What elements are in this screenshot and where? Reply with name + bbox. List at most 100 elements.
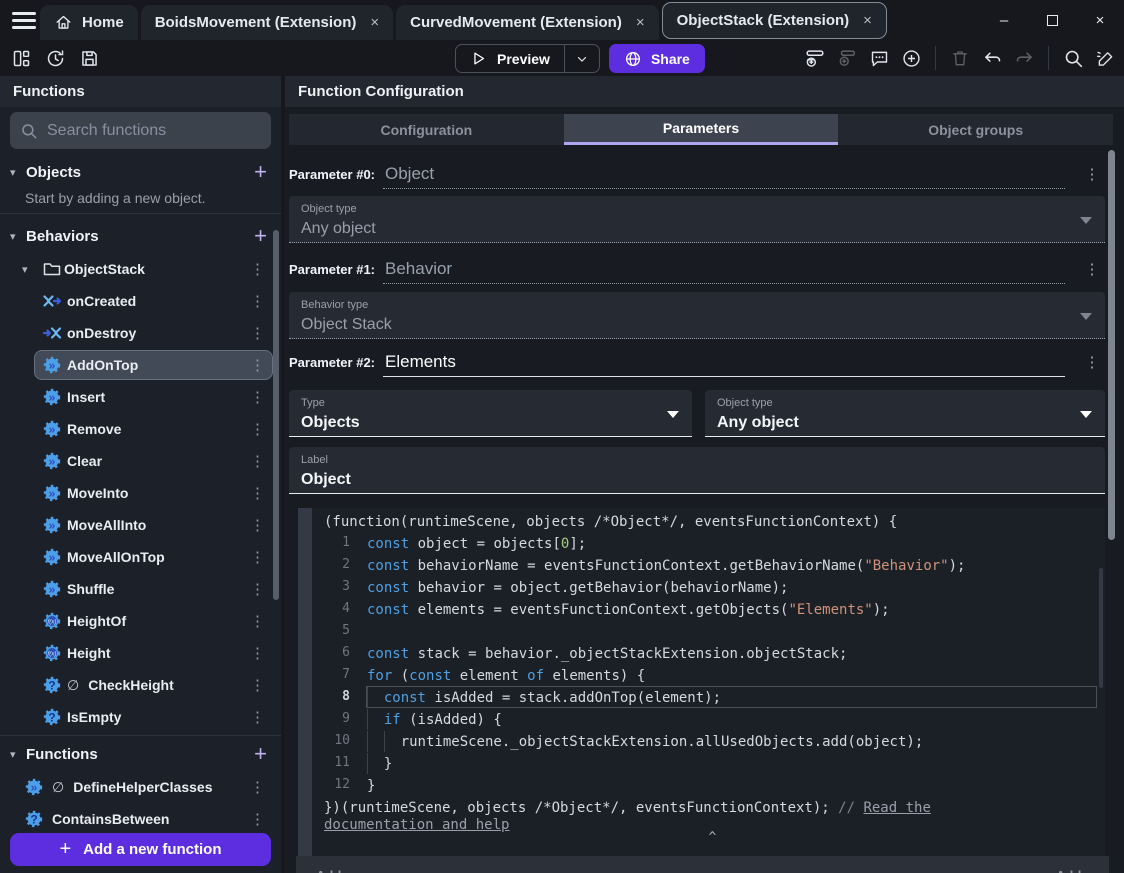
code-line-2[interactable]: 2 const behaviorName = eventsFunctionCont…: [312, 554, 1105, 576]
caret-down-icon[interactable]: ▾: [10, 166, 24, 179]
code-line-5[interactable]: 5: [312, 620, 1105, 642]
read-documentation-link[interactable]: documentation and help: [324, 817, 509, 833]
tab-configuration[interactable]: Configuration: [289, 114, 564, 145]
tab-home[interactable]: Home: [40, 5, 138, 40]
preview-button[interactable]: Preview: [455, 44, 600, 73]
preview-options-chevron-icon[interactable]: [565, 52, 599, 66]
main-scrollbar[interactable]: [1108, 150, 1115, 540]
item-menu-button[interactable]: ⋮: [250, 388, 281, 406]
search-button[interactable]: [1060, 45, 1086, 71]
parameter-0-object-type-select[interactable]: Object type Any object: [289, 196, 1105, 243]
section-objects[interactable]: ▾ Objects +: [0, 158, 281, 186]
add-comment-button[interactable]: [866, 45, 892, 71]
partial-add-text[interactable]: Add...: [1056, 868, 1092, 873]
parameter-2-menu-button[interactable]: ⋮: [1079, 353, 1105, 377]
code-line-12[interactable]: 12}: [312, 774, 1105, 796]
item-menu-button[interactable]: ⋮: [250, 612, 281, 630]
parameter-1-behavior-type-select[interactable]: Behavior type Object Stack: [289, 292, 1105, 339]
code-line-3[interactable]: 3 const behavior = object.getBehavior(beh…: [312, 576, 1105, 598]
item-menu-button[interactable]: ⋮: [250, 516, 281, 534]
search-input[interactable]: [47, 121, 261, 140]
function-item-ObjectStack[interactable]: ▾ ObjectStack ⋮: [0, 253, 281, 285]
code-line-4[interactable]: 4 const elements = eventsFunctionContext.…: [312, 598, 1105, 620]
function-item-CheckHeight[interactable]: ? ∅ CheckHeight ⋮: [0, 669, 281, 701]
function-item-Remove[interactable]: » Remove ⋮: [0, 413, 281, 445]
code-line-1[interactable]: 1 const object = objects[0];: [312, 532, 1105, 554]
save-button[interactable]: [76, 45, 102, 71]
item-menu-button[interactable]: ⋮: [250, 778, 281, 796]
item-menu-button[interactable]: ⋮: [250, 548, 281, 566]
redo-button[interactable]: [1011, 45, 1037, 71]
tab-objectstack[interactable]: ObjectStack (Extension) ×: [661, 2, 887, 39]
parameter-2-type-select[interactable]: Type Objects: [289, 390, 692, 437]
function-item-Shuffle[interactable]: » Shuffle ⋮: [0, 573, 281, 605]
add-new-function-button[interactable]: + Add a new function: [10, 833, 271, 866]
function-item-HeightOf[interactable]: f(x) HeightOf ⋮: [0, 605, 281, 637]
add-function-plus-button[interactable]: +: [254, 743, 267, 765]
parameter-2-object-type-select[interactable]: Object type Any object: [705, 390, 1105, 437]
code-line-6[interactable]: 6 const stack = behavior._objectStackExte…: [312, 642, 1105, 664]
item-menu-button[interactable]: ⋮: [250, 580, 281, 598]
function-item-onCreated[interactable]: onCreated ⋮: [0, 285, 281, 317]
code-line-7[interactable]: 7 for (const element of elements) {: [312, 664, 1105, 686]
item-menu-button[interactable]: ⋮: [250, 356, 281, 374]
function-item-MoveAllOnTop[interactable]: » MoveAllOnTop ⋮: [0, 541, 281, 573]
parameter-0-menu-button[interactable]: ⋮: [1079, 165, 1105, 189]
function-item-onDestroy[interactable]: onDestroy ⋮: [0, 317, 281, 349]
sidebar-scrollbar[interactable]: [273, 230, 279, 600]
add-subevent-button[interactable]: [834, 45, 860, 71]
history-button[interactable]: [42, 45, 68, 71]
item-menu-button[interactable]: ⋮: [250, 810, 281, 828]
search-functions-box[interactable]: [10, 112, 271, 149]
javascript-code-editor[interactable]: (function(runtimeScene, objects /*Object…: [312, 508, 1105, 856]
add-event-button[interactable]: [802, 45, 828, 71]
share-button[interactable]: Share: [608, 44, 705, 73]
partial-add-text[interactable]: Add...: [316, 868, 352, 873]
tab-boidsmovement[interactable]: BoidsMovement (Extension) ×: [140, 5, 394, 40]
function-item-DefineHelperClasses[interactable]: » ∅ DefineHelperClasses ⋮: [0, 771, 281, 803]
add-object-button[interactable]: +: [254, 161, 267, 183]
item-menu-button[interactable]: ⋮: [250, 676, 281, 694]
item-menu-button[interactable]: ⋮: [250, 324, 281, 342]
collapse-editor-button[interactable]: ^: [709, 830, 717, 845]
add-behavior-button[interactable]: +: [254, 225, 267, 247]
section-behaviors[interactable]: ▾ Behaviors +: [0, 222, 281, 250]
parameter-2-name-input[interactable]: Elements: [383, 352, 1065, 377]
function-item-Insert[interactable]: » Insert ⋮: [0, 381, 281, 413]
delete-button[interactable]: [947, 45, 973, 71]
item-menu-button[interactable]: ⋮: [250, 644, 281, 662]
code-line-10[interactable]: 10 runtimeScene._objectStackExtension.all…: [312, 730, 1105, 752]
code-line-8[interactable]: 8 const isAdded = stack.addOnTop(element)…: [312, 686, 1105, 708]
item-menu-button[interactable]: ⋮: [250, 420, 281, 438]
parameter-0-name-input[interactable]: Object: [383, 164, 1065, 189]
item-menu-button[interactable]: ⋮: [250, 708, 281, 726]
function-item-MoveAllInto[interactable]: » MoveAllInto ⋮: [0, 509, 281, 541]
window-close-button[interactable]: ×: [1092, 12, 1108, 29]
function-item-IsEmpty[interactable]: ? IsEmpty ⋮: [0, 701, 281, 733]
caret-down-icon[interactable]: ▾: [22, 263, 28, 276]
parameter-1-menu-button[interactable]: ⋮: [1079, 260, 1105, 284]
item-menu-button[interactable]: ⋮: [250, 452, 281, 470]
section-functions[interactable]: ▾ Functions +: [0, 740, 281, 768]
close-tab-icon[interactable]: ×: [863, 12, 872, 29]
add-other-button[interactable]: [898, 45, 924, 71]
close-tab-icon[interactable]: ×: [636, 14, 645, 31]
function-item-MoveInto[interactable]: » MoveInto ⋮: [0, 477, 281, 509]
item-menu-button[interactable]: ⋮: [250, 292, 281, 310]
tab-curvedmovement[interactable]: CurvedMovement (Extension) ×: [396, 5, 659, 40]
undo-button[interactable]: [979, 45, 1005, 71]
window-maximize-button[interactable]: [1044, 12, 1060, 28]
function-item-Height[interactable]: f(x) Height ⋮: [0, 637, 281, 669]
code-line-9[interactable]: 9 if (isAdded) {: [312, 708, 1105, 730]
function-item-Clear[interactable]: » Clear ⋮: [0, 445, 281, 477]
tab-parameters[interactable]: Parameters: [563, 114, 839, 145]
parameter-1-name-input[interactable]: Behavior: [383, 259, 1065, 284]
panels-layout-button[interactable]: [8, 45, 34, 71]
function-item-ContainsBetween[interactable]: ? ContainsBetween ⋮: [0, 803, 281, 835]
close-tab-icon[interactable]: ×: [370, 14, 379, 31]
window-minimize-button[interactable]: –: [996, 12, 1012, 29]
menu-hamburger-icon[interactable]: [12, 12, 36, 29]
item-menu-button[interactable]: ⋮: [250, 484, 281, 502]
caret-down-icon[interactable]: ▾: [10, 748, 24, 761]
editor-scrollbar[interactable]: [1099, 568, 1103, 688]
